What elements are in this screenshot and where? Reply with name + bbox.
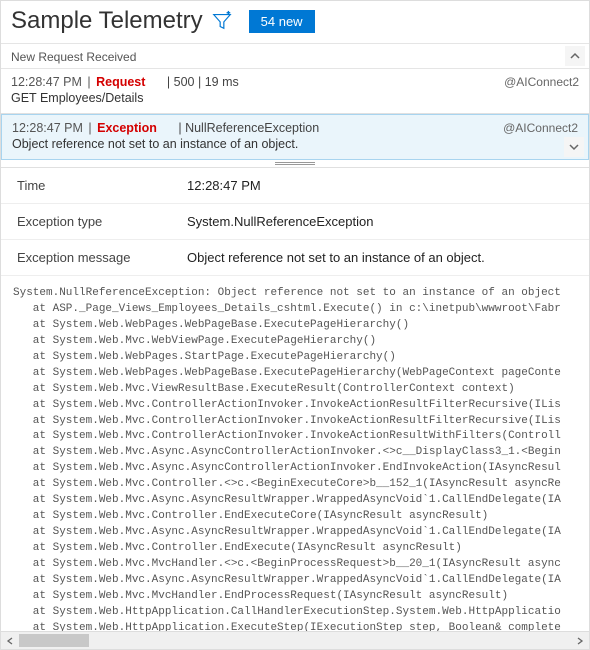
- detail-value: System.NullReferenceException: [187, 214, 573, 229]
- entry-line1: 12:28:47 PM | Request | 500 | 19 ms: [11, 75, 579, 89]
- grip-icon: [275, 162, 315, 165]
- telemetry-entry-request[interactable]: 12:28:47 PM | Request | 500 | 19 ms GET …: [1, 69, 589, 114]
- entry-time: 12:28:47 PM: [11, 75, 82, 89]
- entry-detail: GET Employees/Details: [11, 91, 579, 105]
- detail-label: Exception message: [17, 250, 187, 265]
- entry-kind: Request: [96, 75, 145, 89]
- entry-kind: Exception: [97, 121, 157, 135]
- entry-separator: |: [87, 75, 90, 89]
- detail-value: 12:28:47 PM: [187, 178, 573, 193]
- entry-detail: Object reference not set to an instance …: [12, 137, 578, 151]
- horizontal-scrollbar[interactable]: [1, 631, 589, 649]
- detail-value: Object reference not set to an instance …: [187, 250, 573, 265]
- scroll-thumb[interactable]: [19, 634, 89, 647]
- entry-source: @AIConnect2: [503, 121, 578, 135]
- entry-separator: |: [88, 121, 91, 135]
- detail-row-time: Time 12:28:47 PM: [1, 168, 589, 204]
- entry-source: @AIConnect2: [504, 75, 579, 89]
- filter-icon[interactable]: [211, 10, 233, 32]
- telemetry-entry-exception[interactable]: 12:28:47 PM | Exception | NullReferenceE…: [1, 114, 589, 160]
- expand-down-button[interactable]: [564, 137, 584, 157]
- splitter-handle[interactable]: [1, 160, 589, 168]
- detail-label: Exception type: [17, 214, 187, 229]
- scroll-right-button[interactable]: [571, 632, 589, 650]
- section-label-text: New Request Received: [11, 50, 136, 64]
- entry-meta: | 500 | 19 ms: [167, 75, 239, 89]
- header: Sample Telemetry 54 new: [1, 1, 589, 43]
- new-count-badge[interactable]: 54 new: [249, 10, 315, 33]
- collapse-up-button[interactable]: [565, 46, 585, 66]
- scroll-left-button[interactable]: [1, 632, 19, 650]
- entry-meta: | NullReferenceException: [178, 121, 319, 135]
- stack-trace-panel: System.NullReferenceException: Object re…: [1, 276, 589, 649]
- entry-time: 12:28:47 PM: [12, 121, 83, 135]
- detail-row-type: Exception type System.NullReferenceExcep…: [1, 204, 589, 240]
- entry-line1: 12:28:47 PM | Exception | NullReferenceE…: [12, 121, 578, 135]
- scroll-track[interactable]: [19, 632, 571, 649]
- page-title: Sample Telemetry: [11, 7, 203, 35]
- detail-row-message: Exception message Object reference not s…: [1, 240, 589, 276]
- section-label: New Request Received: [1, 43, 589, 69]
- stack-trace-text[interactable]: System.NullReferenceException: Object re…: [1, 276, 589, 631]
- detail-label: Time: [17, 178, 187, 193]
